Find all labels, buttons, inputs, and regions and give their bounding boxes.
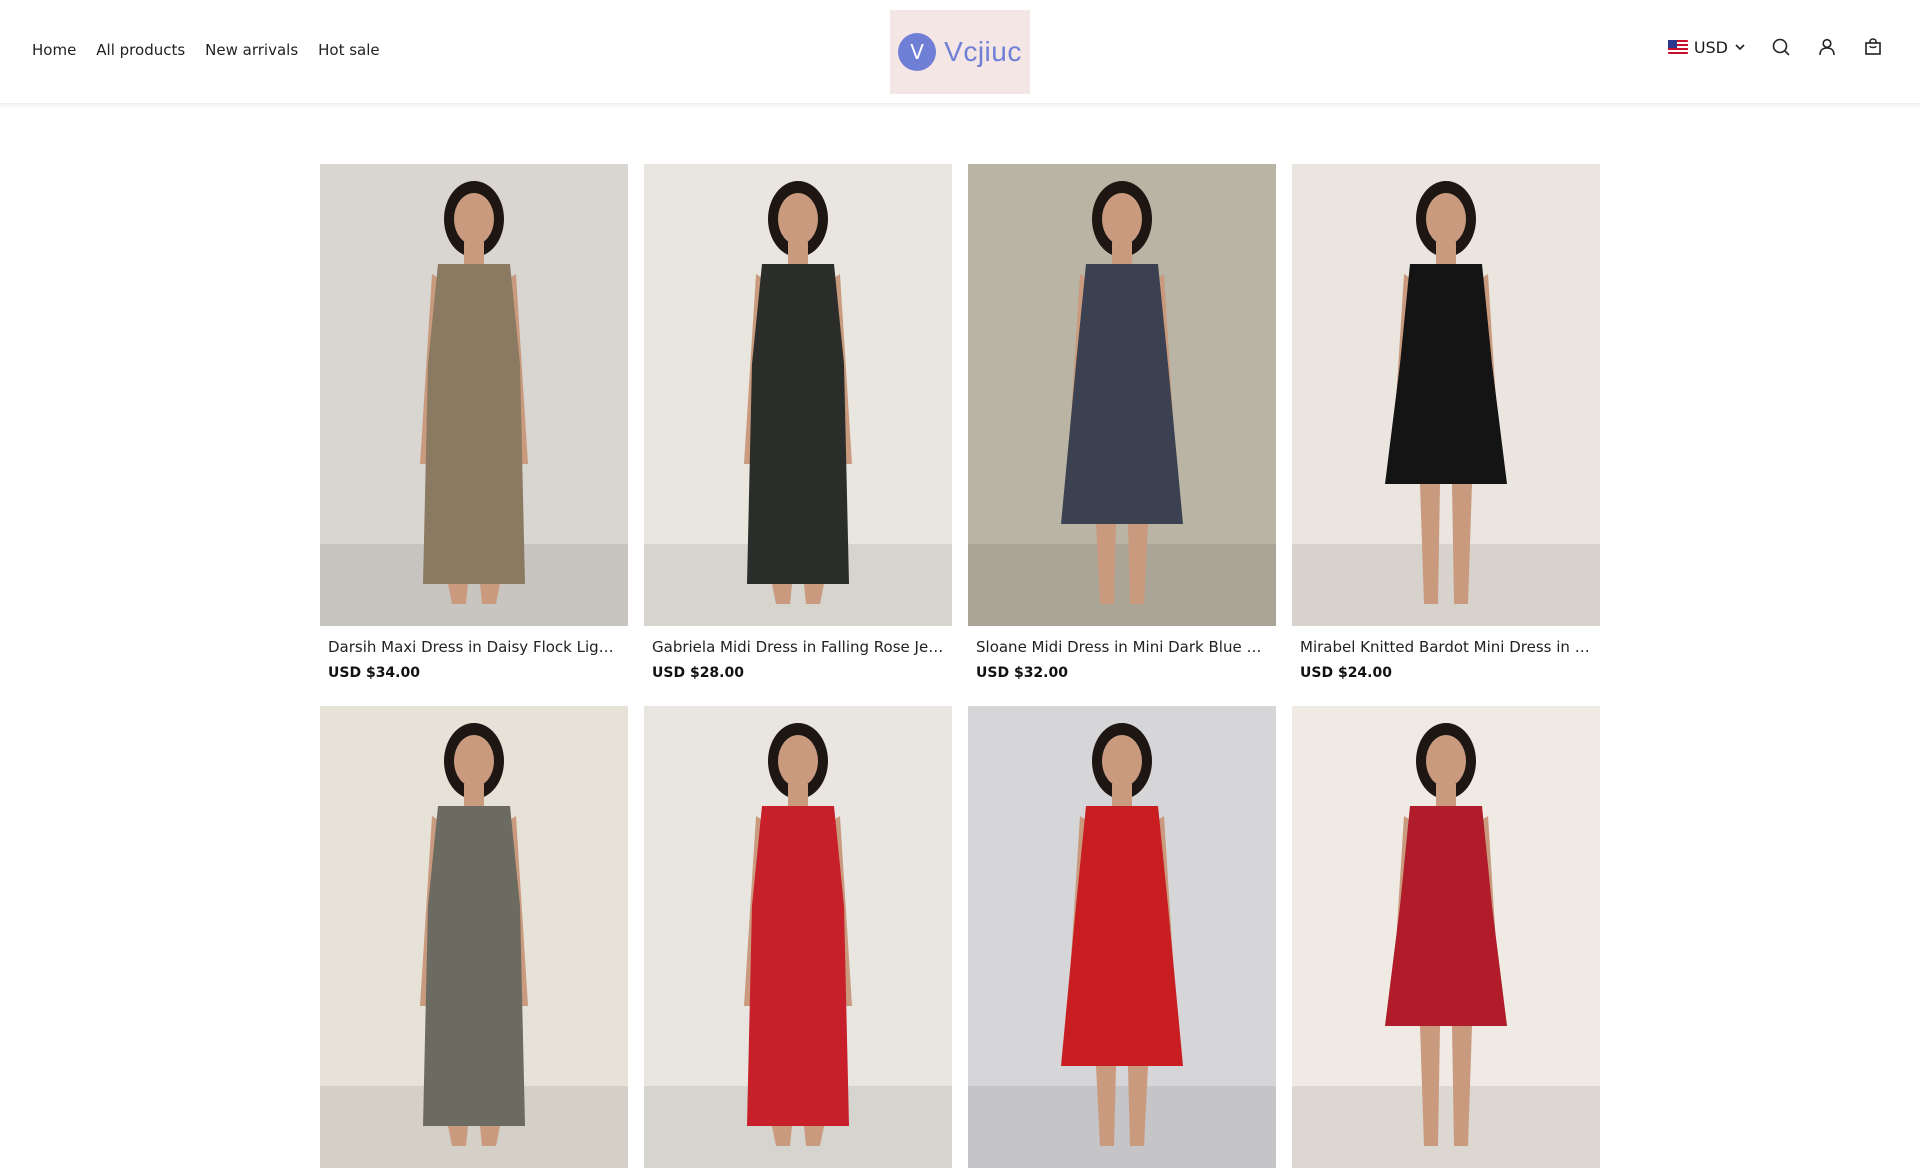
product-info: Sloane Midi Dress in Mini Dark Blue Gin.… (968, 626, 1276, 682)
model-silhouette (320, 723, 628, 1168)
currency-selector[interactable]: USD (1667, 37, 1746, 57)
product-image[interactable] (644, 164, 952, 626)
store-logo[interactable]: V Vcjiuc (890, 10, 1030, 94)
product-image[interactable] (1292, 164, 1600, 626)
product-info: Mirabel Knitted Bardot Mini Dress in Bla… (1292, 626, 1600, 682)
product-card[interactable] (968, 706, 1276, 1168)
cart-icon[interactable] (1862, 36, 1884, 58)
model-silhouette (968, 723, 1276, 1168)
product-card[interactable] (1292, 706, 1600, 1168)
chevron-down-icon (1734, 38, 1746, 57)
logo-text: Vcjiuc (944, 36, 1022, 67)
header-actions: USD (1667, 36, 1884, 58)
model-silhouette (968, 181, 1276, 626)
product-price: USD $28.00 (652, 665, 744, 681)
product-image[interactable] (968, 164, 1276, 626)
product-title[interactable]: Darsih Maxi Dress in Daisy Flock Light B… (328, 638, 620, 656)
model-silhouette (644, 723, 952, 1168)
nav-home[interactable]: Home (32, 41, 76, 59)
product-image[interactable] (644, 706, 952, 1168)
main-nav: Home All products New arrivals Hot sale (32, 41, 380, 59)
product-price: USD $32.00 (976, 665, 1068, 681)
product-card[interactable]: Gabriela Midi Dress in Falling Rose Jet … (644, 164, 952, 682)
currency-label: USD (1693, 37, 1728, 57)
product-card[interactable]: Sloane Midi Dress in Mini Dark Blue Gin.… (968, 164, 1276, 682)
model-silhouette (1292, 723, 1600, 1168)
product-title[interactable]: Mirabel Knitted Bardot Mini Dress in Bla… (1300, 638, 1592, 656)
product-price: USD $34.00 (328, 665, 420, 681)
search-icon[interactable] (1770, 36, 1792, 58)
account-icon[interactable] (1816, 36, 1838, 58)
product-price: USD $24.00 (1300, 665, 1392, 681)
product-info: Darsih Maxi Dress in Daisy Flock Light B… (320, 626, 628, 682)
product-info: Gabriela Midi Dress in Falling Rose Jet … (644, 626, 952, 682)
model-silhouette (1292, 181, 1600, 626)
logo-mark: V (898, 33, 937, 71)
nav-hot-sale[interactable]: Hot sale (318, 41, 380, 59)
nav-all-products[interactable]: All products (96, 41, 185, 59)
product-title[interactable]: Sloane Midi Dress in Mini Dark Blue Gin.… (976, 638, 1268, 656)
product-card[interactable]: Darsih Maxi Dress in Daisy Flock Light B… (320, 164, 628, 682)
nav-new-arrivals[interactable]: New arrivals (205, 41, 298, 59)
model-silhouette (644, 181, 952, 626)
product-image[interactable] (320, 164, 628, 626)
us-flag-icon (1667, 40, 1688, 54)
product-card[interactable] (320, 706, 628, 1168)
product-image[interactable] (320, 706, 628, 1168)
product-card[interactable]: Mirabel Knitted Bardot Mini Dress in Bla… (1292, 164, 1600, 682)
product-title[interactable]: Gabriela Midi Dress in Falling Rose Jet … (652, 638, 944, 656)
product-card[interactable] (644, 706, 952, 1168)
product-grid: Darsih Maxi Dress in Daisy Flock Light B… (320, 164, 1600, 1168)
product-image[interactable] (1292, 706, 1600, 1168)
model-silhouette (320, 181, 628, 626)
product-image[interactable] (968, 706, 1276, 1168)
site-header: Home All products New arrivals Hot sale … (0, 0, 1920, 104)
